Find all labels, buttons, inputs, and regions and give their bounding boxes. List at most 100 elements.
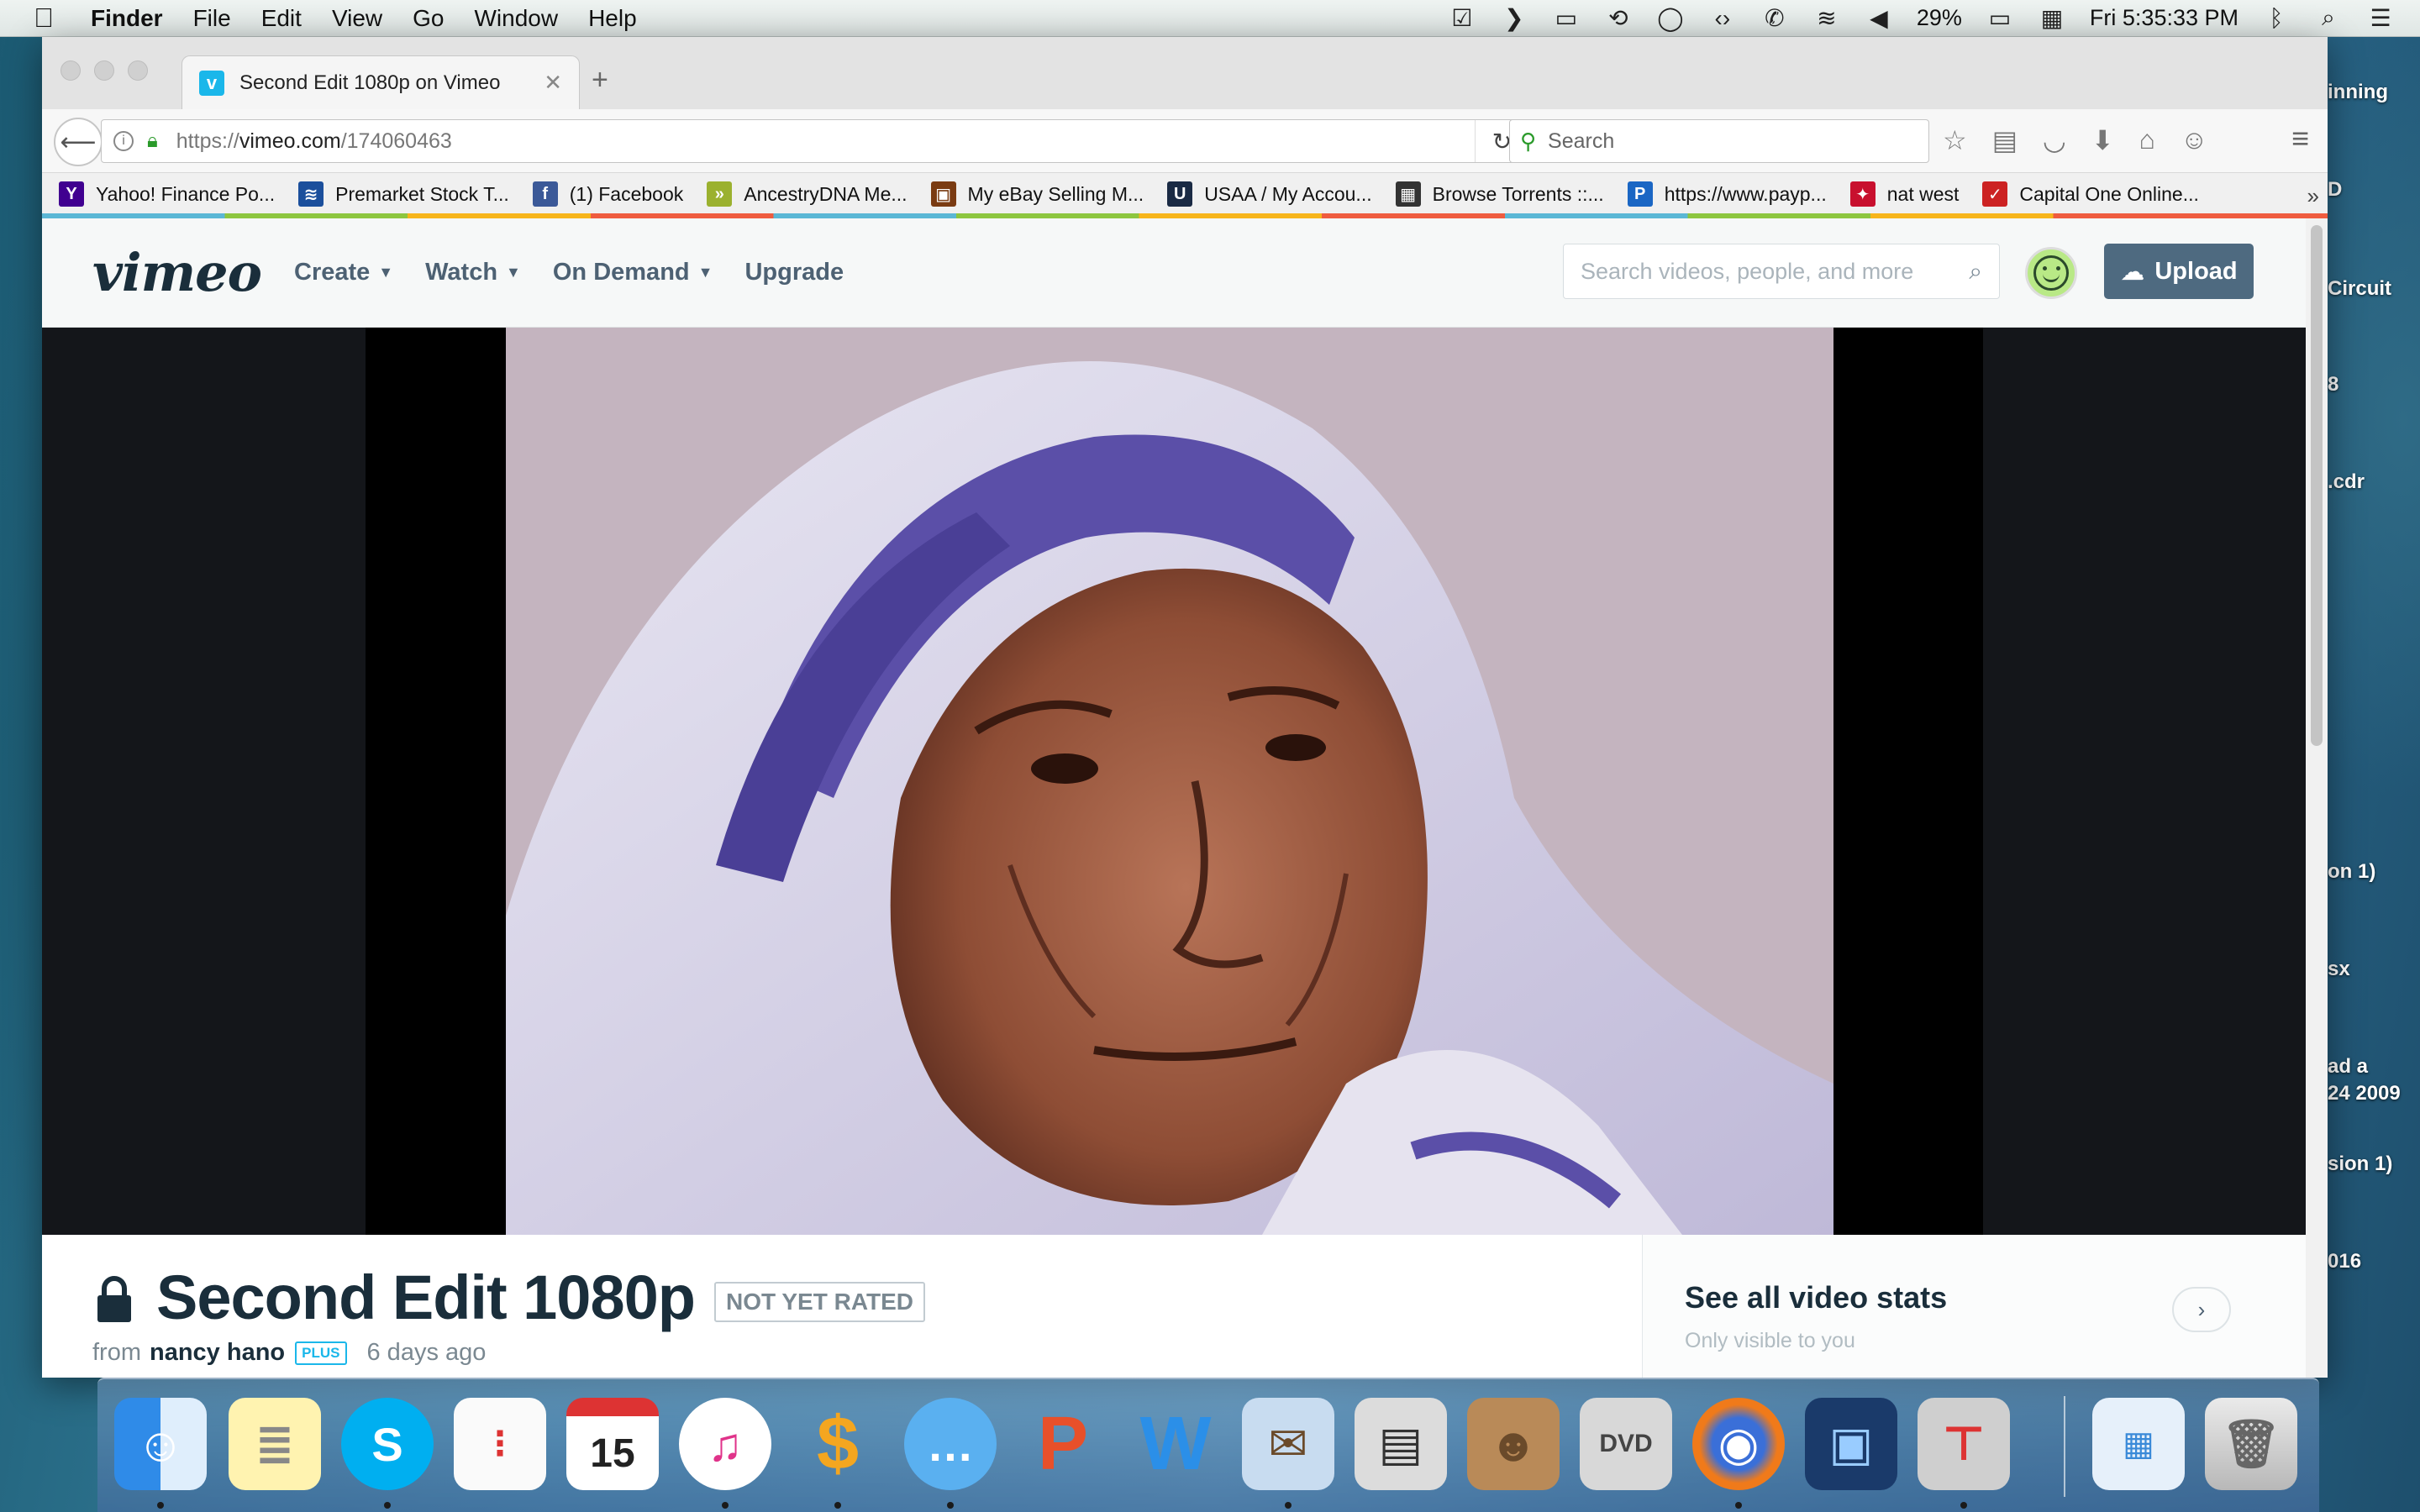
- calendar-dock-icon[interactable]: 15: [566, 1398, 659, 1490]
- bookmark-item[interactable]: » AncestryDNA Me...: [707, 181, 908, 207]
- apple-menu-icon[interactable]: : [34, 3, 67, 34]
- bookmark-item[interactable]: Phttps://www.payp...: [1627, 181, 1827, 207]
- vimeo-search-input[interactable]: Search videos, people, and more ⌕: [1563, 244, 2000, 299]
- new-tab-button[interactable]: +: [592, 64, 608, 97]
- menu-go[interactable]: Go: [413, 5, 444, 32]
- notes-dock-icon[interactable]: ≣: [229, 1398, 321, 1490]
- phone-icon[interactable]: ✆: [1760, 4, 1789, 33]
- search-icon[interactable]: ⌕: [1969, 258, 1982, 286]
- nav-create[interactable]: Create ▼: [294, 259, 393, 286]
- url-text[interactable]: https://vimeo.com/174060463: [176, 129, 452, 154]
- wifi-icon[interactable]: ≋: [1812, 4, 1841, 33]
- menu-help[interactable]: Help: [588, 5, 637, 32]
- site-info-icon[interactable]: i: [113, 131, 134, 151]
- desktop-icon-label[interactable]: on 1): [2328, 860, 2375, 884]
- desktop-icon-label[interactable]: 016: [2328, 1250, 2361, 1273]
- desktop-icon-label[interactable]: Circuit: [2328, 277, 2391, 301]
- video-frame-image[interactable]: [506, 328, 1833, 1235]
- bookmark-item[interactable]: Y Yahoo! Finance Po...: [59, 181, 275, 207]
- reading-list-icon[interactable]: ▤: [1992, 124, 2018, 156]
- messages-dock-icon[interactable]: …: [904, 1398, 997, 1490]
- hamburger-menu-icon[interactable]: ≡: [2291, 121, 2309, 156]
- menu-view[interactable]: View: [332, 5, 382, 32]
- code-brackets-icon[interactable]: ‹›: [1708, 4, 1737, 33]
- input-source-icon[interactable]: ▦: [2038, 4, 2066, 33]
- bookmark-item[interactable]: ✓ Capital One Online...: [1982, 181, 2199, 207]
- bluetooth-icon[interactable]: ᛒ: [2262, 4, 2291, 33]
- search-engine-icon[interactable]: ⚲: [1520, 129, 1536, 155]
- vimeo-logo[interactable]: vimeo: [92, 242, 262, 303]
- bookmark-item[interactable]: ✦ nat west: [1849, 181, 1959, 207]
- downloads-icon[interactable]: ⬇: [2091, 124, 2114, 156]
- scrollbar-thumb[interactable]: [2311, 225, 2323, 746]
- back-button[interactable]: ⟵: [54, 118, 103, 166]
- firefox-dock-icon[interactable]: ◉: [1692, 1398, 1785, 1490]
- url-bar[interactable]: i 🔒︎ https://vimeo.com/174060463 ↻: [101, 119, 1529, 163]
- notification-center-icon[interactable]: ☰: [2366, 4, 2395, 33]
- bookmark-item[interactable]: ▣ My eBay Selling M...: [930, 181, 1144, 207]
- bookmark-star-icon[interactable]: ☆: [1943, 124, 1967, 156]
- user-avatar[interactable]: [2025, 247, 2077, 299]
- chevron-right-status-icon[interactable]: ❯: [1500, 4, 1528, 33]
- page-scrollbar[interactable]: [2306, 218, 2328, 1378]
- contacts-dock-icon[interactable]: ☻: [1467, 1398, 1560, 1490]
- desktop-icon-label[interactable]: inning: [2328, 81, 2388, 104]
- messages-status-icon[interactable]: ◯: [1656, 4, 1685, 33]
- nav-watch[interactable]: Watch ▼: [425, 259, 521, 286]
- desktop-icon-label[interactable]: .cdr: [2328, 470, 2365, 494]
- volume-icon[interactable]: ◀: [1865, 4, 1893, 33]
- menu-app-finder[interactable]: Finder: [91, 5, 163, 32]
- dvd-player-dock-icon[interactable]: DVD: [1580, 1398, 1672, 1490]
- menu-file[interactable]: File: [193, 5, 231, 32]
- desktop-icon-label[interactable]: sion 1): [2328, 1152, 2392, 1176]
- menu-window[interactable]: Window: [474, 5, 558, 32]
- chevron-right-icon[interactable]: ›: [2172, 1287, 2231, 1332]
- nav-upgrade[interactable]: Upgrade: [744, 259, 844, 286]
- transmission-dock-icon[interactable]: ⊤: [1918, 1398, 2010, 1490]
- bookmarks-overflow-icon[interactable]: »: [2307, 183, 2319, 209]
- pocket-icon[interactable]: ◡: [2043, 124, 2066, 156]
- downloads-stack-dock-icon[interactable]: ▦: [2092, 1398, 2185, 1490]
- plus-badge[interactable]: PLUS: [295, 1341, 347, 1365]
- desktop-icon-label[interactable]: 8: [2328, 373, 2338, 396]
- rating-badge[interactable]: NOT YET RATED: [714, 1282, 925, 1322]
- time-machine-icon[interactable]: ⟲: [1604, 4, 1633, 33]
- desktop-icon-label[interactable]: sx: [2328, 958, 2350, 981]
- tab-vimeo[interactable]: v Second Edit 1080p on Vimeo ✕: [182, 55, 580, 109]
- tv-app-dock-icon[interactable]: ▣: [1805, 1398, 1897, 1490]
- powerpoint-dock-icon[interactable]: P: [1017, 1398, 1109, 1490]
- home-icon[interactable]: ⌂: [2139, 124, 2155, 156]
- bookmark-item[interactable]: U USAA / My Accou...: [1167, 181, 1372, 207]
- video-stats-panel[interactable]: See all video stats Only visible to you …: [1642, 1235, 2306, 1378]
- bookmark-item[interactable]: ▦ Browse Torrents ::...: [1395, 181, 1604, 207]
- minimize-window-button[interactable]: [94, 60, 114, 81]
- reminders-dock-icon[interactable]: ⋮: [454, 1398, 546, 1490]
- menu-edit[interactable]: Edit: [261, 5, 302, 32]
- battery-percent[interactable]: 29%: [1917, 5, 1962, 31]
- mail-eagle-dock-icon[interactable]: ✉: [1242, 1398, 1334, 1490]
- skype-dock-icon[interactable]: S: [341, 1398, 434, 1490]
- itunes-dock-icon[interactable]: ♫: [679, 1398, 771, 1490]
- image-capture-dock-icon[interactable]: ▤: [1355, 1398, 1447, 1490]
- bookmark-item[interactable]: f (1) Facebook: [532, 181, 683, 207]
- upload-button[interactable]: ☁ Upload: [2104, 244, 2254, 299]
- close-tab-icon[interactable]: ✕: [544, 70, 562, 96]
- browser-search-input[interactable]: ⚲ Search: [1509, 119, 1929, 163]
- bookmark-item[interactable]: ≋ Premarket Stock T...: [298, 181, 509, 207]
- trash-dock-icon[interactable]: 🗑︎: [2205, 1398, 2297, 1490]
- video-player[interactable]: [42, 328, 2306, 1235]
- battery-charging-icon[interactable]: ▭: [1986, 4, 2014, 33]
- hello-chat-icon[interactable]: ☺: [2181, 124, 2208, 156]
- secure-lock-icon[interactable]: 🔒︎: [147, 129, 158, 153]
- word-dock-icon[interactable]: W: [1129, 1398, 1222, 1490]
- close-window-button[interactable]: [60, 60, 81, 81]
- money-app-dock-icon[interactable]: $: [792, 1398, 884, 1490]
- zoom-window-button[interactable]: [128, 60, 148, 81]
- menubar-clock[interactable]: Fri 5:35:33 PM: [2090, 5, 2238, 31]
- airplay-icon[interactable]: ▭: [1552, 4, 1581, 33]
- spotlight-search-icon[interactable]: ⌕: [2314, 4, 2343, 33]
- desktop-icon-label[interactable]: 24 2009: [2328, 1082, 2401, 1105]
- stats-title[interactable]: See all video stats: [1685, 1280, 1947, 1315]
- finder-dock-icon[interactable]: ☺: [114, 1398, 207, 1490]
- owner-link[interactable]: nancy hano: [150, 1339, 285, 1367]
